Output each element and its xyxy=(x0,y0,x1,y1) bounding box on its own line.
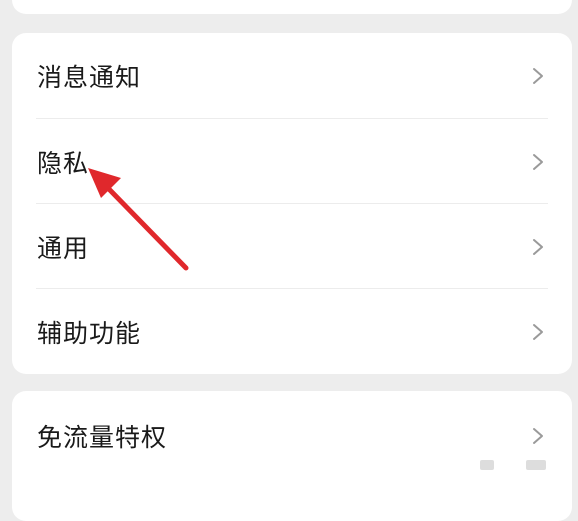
previous-settings-card xyxy=(12,0,572,14)
chevron-right-icon xyxy=(533,153,543,170)
settings-item-general[interactable]: 通用 xyxy=(12,204,572,289)
settings-item-label: 免流量特权 xyxy=(37,422,168,452)
settings-item-privacy[interactable]: 隐私 xyxy=(12,119,572,204)
chevron-right-icon xyxy=(533,67,543,84)
settings-item-label: 辅助功能 xyxy=(37,318,142,348)
settings-item-label: 通用 xyxy=(37,233,90,263)
settings-card: 消息通知 隐私 通用 辅助功能 xyxy=(12,33,572,374)
chevron-right-icon xyxy=(533,238,543,255)
chevron-right-icon xyxy=(533,427,543,444)
settings-item-free-data[interactable]: 免流量特权 xyxy=(12,393,572,478)
settings-item-notifications[interactable]: 消息通知 xyxy=(12,33,572,118)
settings-item-accessibility[interactable]: 辅助功能 xyxy=(12,289,572,374)
chevron-right-icon xyxy=(533,323,543,340)
settings-item-label: 隐私 xyxy=(37,148,90,178)
data-saver-card: 免流量特权 xyxy=(12,391,572,521)
settings-item-label: 消息通知 xyxy=(37,62,142,92)
